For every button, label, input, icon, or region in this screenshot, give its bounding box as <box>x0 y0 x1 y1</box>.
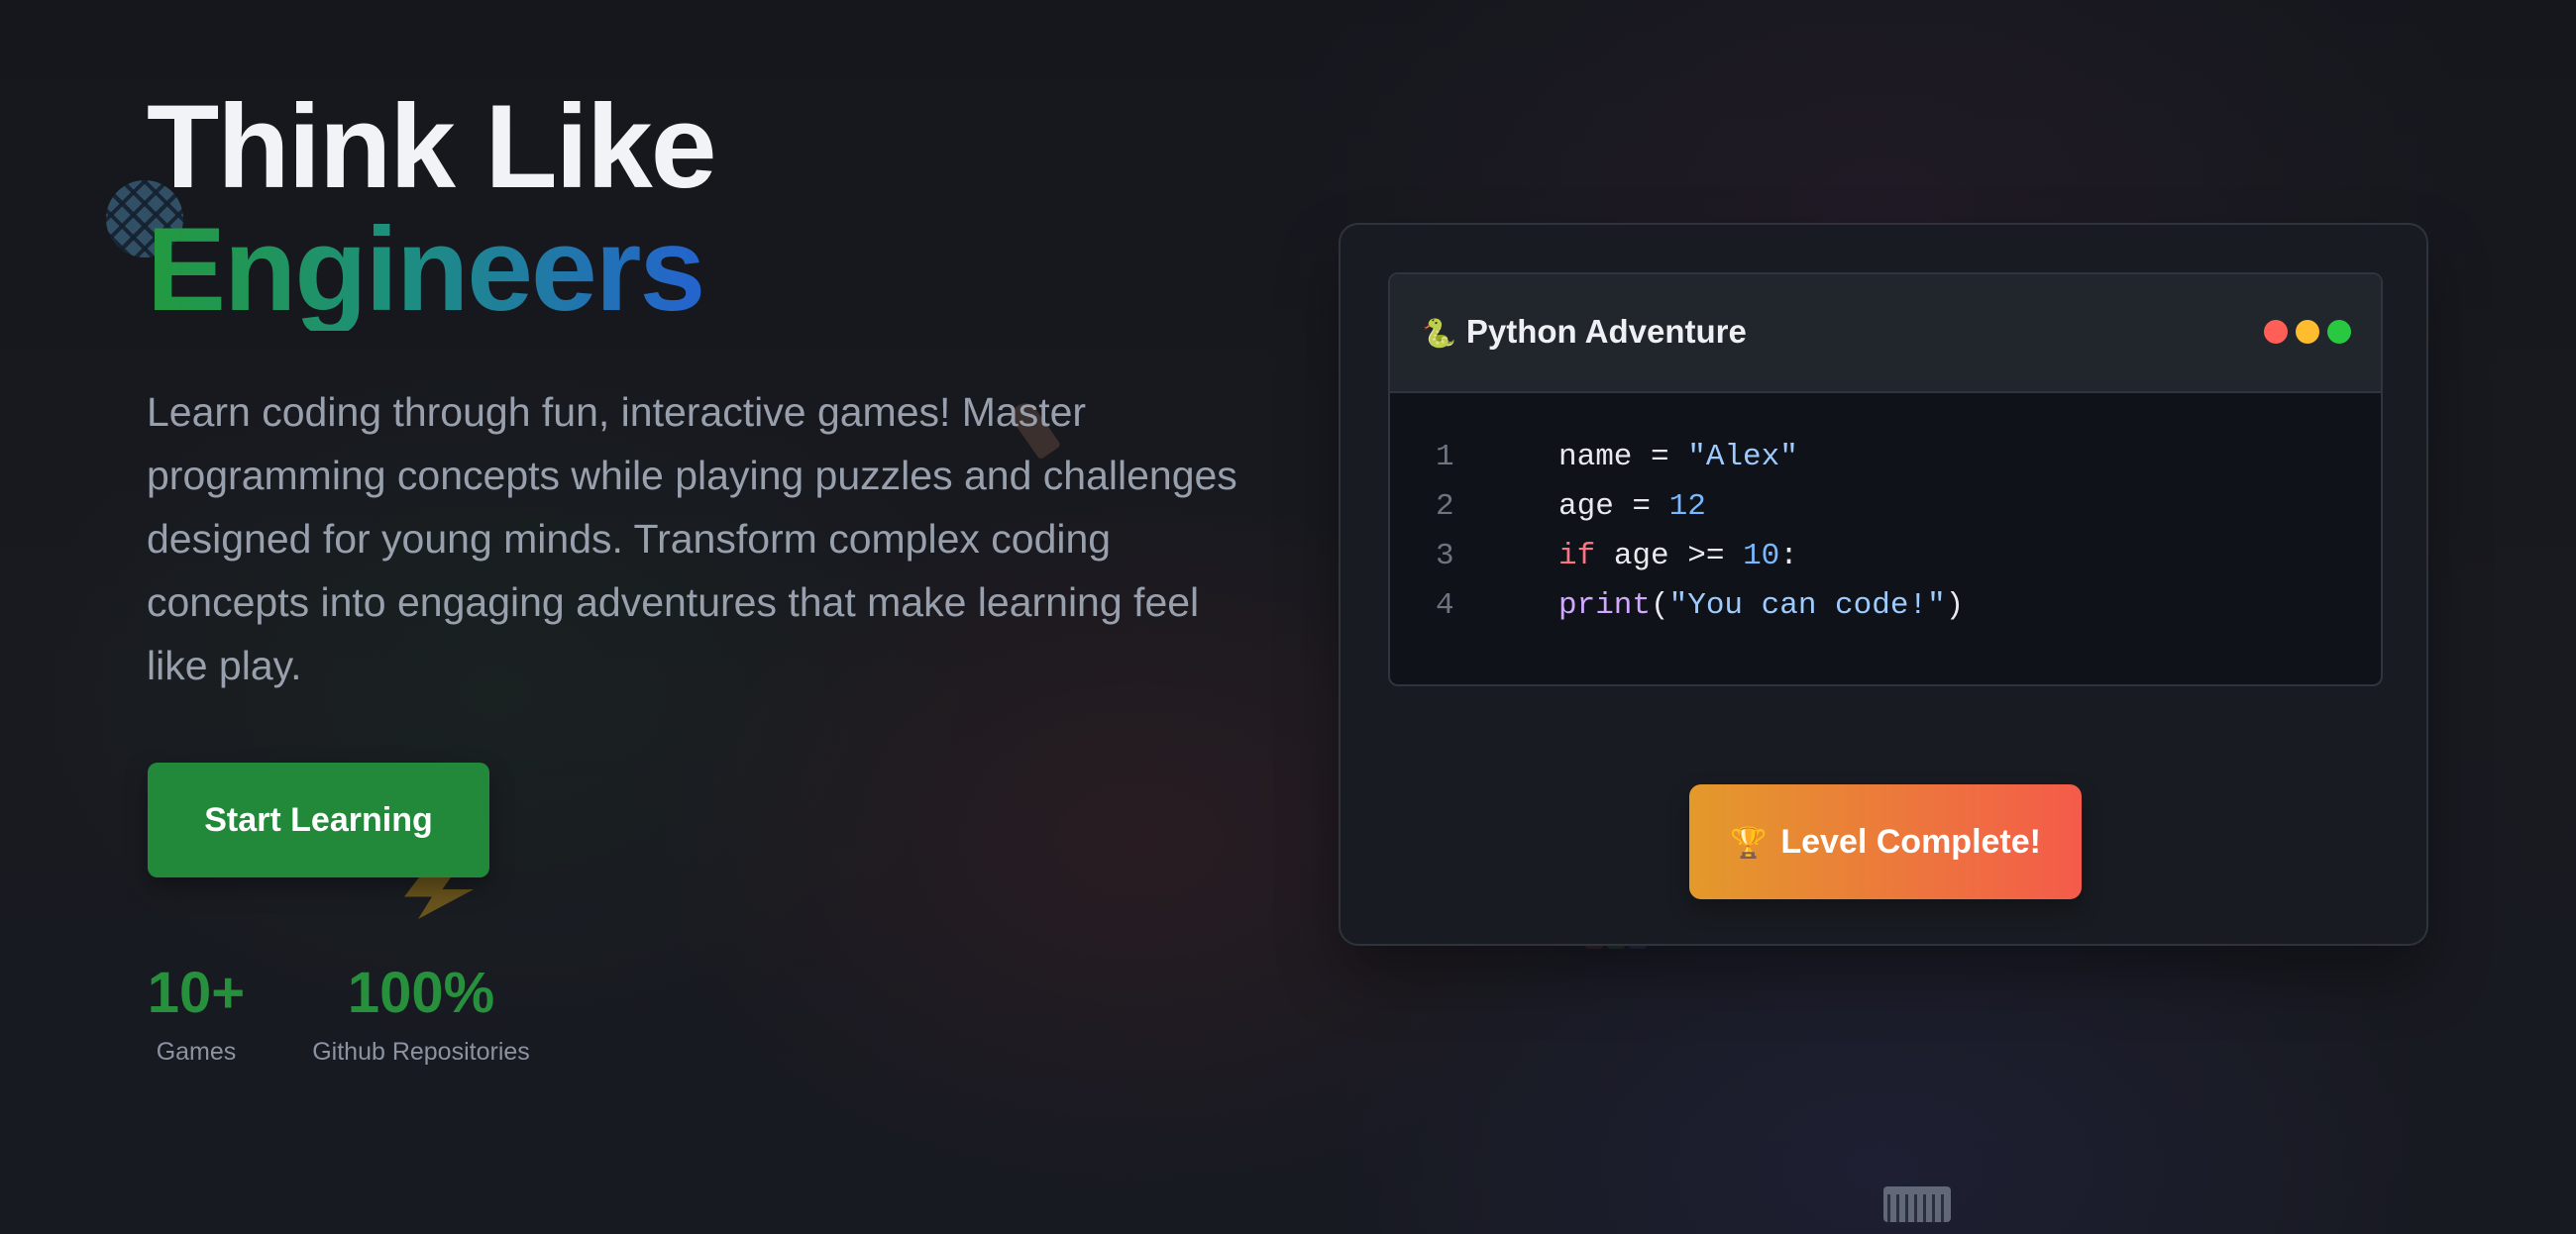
stat-github-repositories: 100% Github Repositories <box>307 959 535 1072</box>
stat-label: Games <box>156 1038 237 1066</box>
hero-description: Learn coding through fun, interactive ga… <box>147 389 1237 688</box>
code-editor-window: 🐍 Python Adventure 1 name = "Alex" 2 age = 1… <box>1388 272 2383 686</box>
line-number: 4 <box>1436 588 1454 623</box>
line-number: 1 <box>1436 440 1454 474</box>
hero-title-line1: Think Like <box>147 80 716 213</box>
code-text: print("You can code!") <box>1558 588 1965 623</box>
window-controls <box>2256 320 2351 349</box>
code-line: 4 print("You can code!") <box>1390 581 2381 631</box>
code-text: age = 12 <box>1558 489 1706 524</box>
hero-title: Think Like Engineers <box>147 80 716 336</box>
code-line: 2 age = 12 <box>1390 482 2381 532</box>
trophy-icon: 🏆 <box>1730 826 1768 860</box>
code-line: 3 if age >= 10: <box>1390 532 2381 581</box>
stat-games: 10+ Games <box>147 959 246 1072</box>
laptop-icon <box>1878 1186 1957 1234</box>
minimize-dot-icon <box>2296 320 2319 344</box>
level-complete-label: Level Complete! <box>1780 822 2041 861</box>
close-dot-icon <box>2264 320 2288 344</box>
landing-page: Think Like Engineers Learn coding throug… <box>0 0 2576 1234</box>
code-text: if age >= 10: <box>1558 539 1798 573</box>
hero-title-highlight: Engineers <box>147 203 705 336</box>
stat-value: 10+ <box>147 961 246 1025</box>
maximize-dot-icon <box>2327 320 2351 344</box>
line-number: 3 <box>1436 539 1454 573</box>
editor-title: 🐍 Python Adventure <box>1422 310 1747 356</box>
stat-value: 100% <box>347 961 495 1025</box>
line-number: 2 <box>1436 489 1454 524</box>
code-line: 1 name = "Alex" <box>1390 433 2381 482</box>
snake-icon: 🐍 <box>1422 318 1456 349</box>
stat-label: Github Repositories <box>312 1038 530 1066</box>
code-text: name = "Alex" <box>1558 440 1798 474</box>
code-block: 1 name = "Alex" 2 age = 12 3 if age >= 10: 4 pr… <box>1390 433 2381 631</box>
start-learning-button[interactable]: Start Learning <box>148 763 489 877</box>
editor-title-label: Python Adventure <box>1465 313 1747 350</box>
level-complete-button[interactable]: 🏆 Level Complete! <box>1689 784 2082 899</box>
demo-card: 🐍 Python Adventure 1 name = "Alex" 2 age = 1… <box>1339 223 2428 946</box>
editor-header: 🐍 Python Adventure <box>1390 274 2381 393</box>
